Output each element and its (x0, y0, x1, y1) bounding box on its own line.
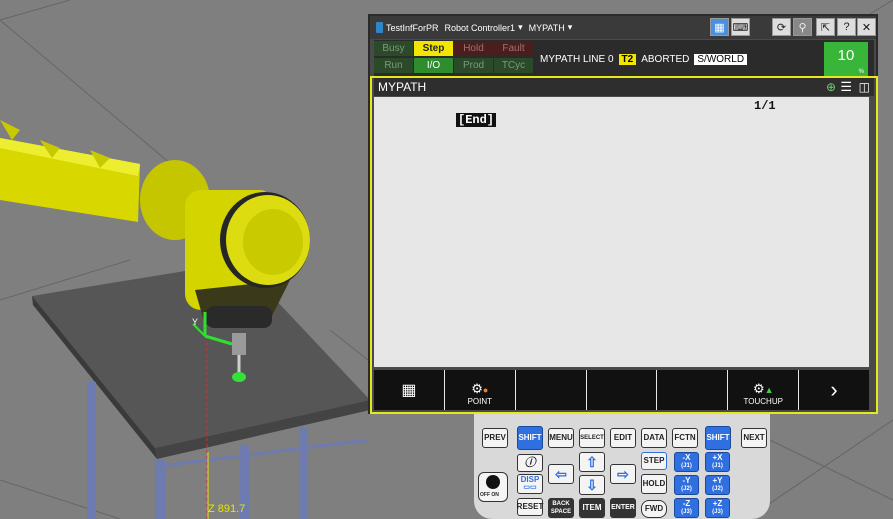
speed-override[interactable]: 10 % (824, 42, 868, 76)
f3-button[interactable] (515, 370, 586, 410)
led-run: Run (374, 58, 413, 73)
fctn-key[interactable]: FCTN (672, 428, 698, 448)
link-icon-button[interactable]: ⇱ (816, 18, 835, 36)
frame-badge: S/WORLD (694, 54, 748, 65)
disp-icon: ▭▭ (523, 484, 537, 491)
jog-neg-x-key[interactable]: -X (J1) (674, 452, 699, 472)
led-fault: Fault (494, 41, 533, 56)
arrow-down-icon: ⇩ (586, 477, 598, 493)
down-arrow-key[interactable]: ⇩ (579, 475, 605, 495)
led-busy: Busy (374, 41, 413, 56)
split-view-icon[interactable]: ◫ (859, 78, 870, 96)
right-arrow-key[interactable]: ⇨ (610, 464, 636, 484)
line-position: 1/1 (754, 99, 776, 113)
data-key[interactable]: DATA (641, 428, 667, 448)
hold-key[interactable]: HOLD (641, 474, 667, 494)
led-hold: Hold (454, 41, 493, 56)
chevron-down-icon: ▾ (518, 22, 523, 32)
step-key[interactable]: STEP (641, 452, 667, 470)
led-prod: Prod (454, 58, 493, 73)
touchup-icon: ⚙▲ (752, 381, 774, 396)
left-arrow-key[interactable]: ⇦ (548, 464, 574, 484)
info-key[interactable]: ⓘ (517, 454, 543, 472)
grid-icon: ▦ (401, 382, 417, 399)
shift-left-key[interactable]: SHIFT (517, 426, 543, 450)
jog-neg-z-key[interactable]: -Z (J3) (674, 498, 699, 518)
led-io: I/O (414, 58, 453, 73)
jog-pos-y-key[interactable]: +Y (J2) (705, 475, 730, 495)
next-key[interactable]: NEXT (741, 428, 767, 448)
program-editor[interactable]: 1/1 [End] (374, 97, 869, 367)
execution-status: MYPATH LINE 0 T2 ABORTED S/WORLD (540, 54, 748, 65)
disp-key[interactable]: DISP ▭▭ (517, 474, 543, 494)
arrow-right-icon: ⇨ (617, 466, 629, 482)
status-bar: Busy Step Hold Fault Run I/O Prod TCyc M… (374, 40, 874, 76)
state-text: ABORTED (641, 54, 690, 65)
next-page-button[interactable]: › (799, 370, 870, 410)
program-header: MYPATH ⊕ ☰ ◫ (374, 78, 874, 96)
title-program-name[interactable]: TestInfForPR (386, 23, 439, 33)
pendant-icon (376, 22, 383, 33)
arrow-up-icon: ⇧ (586, 454, 598, 470)
menu-key[interactable]: MENU (548, 428, 574, 448)
line-status: MYPATH LINE 0 (540, 54, 614, 65)
item-key[interactable]: ITEM (579, 498, 605, 518)
f4-button[interactable] (586, 370, 657, 410)
up-arrow-key[interactable]: ⇧ (579, 452, 605, 472)
function-key-bar: ▦ ⚙● POINT ⚙▲ TOUCHUP › (374, 370, 870, 410)
off-on-label: OFF ON (480, 492, 499, 498)
zoom-in-icon[interactable]: ⊕ (826, 78, 836, 96)
mode-badge: T2 (618, 54, 637, 65)
f5-button[interactable] (657, 370, 728, 410)
z-coordinate-readout: Z 891.7 (208, 503, 245, 515)
jog-pos-z-key[interactable]: +Z (J3) (705, 498, 730, 518)
led-step: Step (414, 41, 453, 56)
robot-icon-button[interactable]: ⚲ (793, 18, 812, 36)
path-dropdown[interactable]: MYPATH ▾ (529, 22, 573, 33)
close-icon[interactable]: ✕ (857, 18, 876, 36)
chevron-right-icon: › (830, 377, 838, 402)
teach-pendant-icon-button[interactable]: ▦ (710, 18, 729, 36)
point-button[interactable]: ⚙● POINT (444, 370, 515, 410)
led-tcyc: TCyc (494, 58, 533, 73)
arrow-left-icon: ⇦ (555, 466, 567, 482)
edit-key[interactable]: EDIT (610, 428, 636, 448)
controller-dropdown[interactable]: Robot Controller1 ▾ (445, 22, 523, 33)
refresh-icon-button[interactable]: ⟳ (772, 18, 791, 36)
backspace-key[interactable]: BACK SPACE (548, 498, 574, 518)
switch-knob-icon (486, 475, 500, 489)
end-marker[interactable]: [End] (456, 113, 497, 127)
jog-neg-y-key[interactable]: -Y (J2) (674, 475, 699, 495)
program-title: MYPATH (378, 80, 427, 94)
help-icon-button[interactable]: ? (837, 18, 856, 36)
teach-pendant-window: TestInfForPR Robot Controller1 ▾ MYPATH ▾ … (368, 14, 878, 414)
title-bar: TestInfForPR Robot Controller1 ▾ MYPATH ▾ … (370, 16, 876, 39)
pendant-keypad: PREV SHIFT MENU SELECT EDIT DATA FCTN SH… (474, 414, 770, 519)
chevron-down-icon: ▾ (567, 22, 573, 32)
shift-right-key[interactable]: SHIFT (705, 426, 731, 450)
y-axis-label: Y (192, 317, 198, 327)
robot-point-icon: ⚙● (471, 381, 489, 396)
deadman-switch[interactable]: OFF ON (478, 472, 508, 502)
prev-key[interactable]: PREV (482, 428, 508, 448)
touchup-button[interactable]: ⚙▲ TOUCHUP (728, 370, 799, 410)
enter-key[interactable]: ENTER (610, 498, 636, 518)
jog-pos-x-key[interactable]: +X (J1) (705, 452, 730, 472)
f-menu-button[interactable]: ▦ (374, 370, 444, 410)
select-key[interactable]: SELECT (579, 428, 605, 448)
info-icon: ⓘ (524, 457, 536, 469)
keyboard-icon-button[interactable]: ⌨ (731, 18, 750, 36)
reset-key[interactable]: RESET (517, 498, 543, 516)
menu-lines-icon[interactable]: ☰ (840, 78, 852, 96)
fwd-key[interactable]: FWD (641, 500, 667, 518)
